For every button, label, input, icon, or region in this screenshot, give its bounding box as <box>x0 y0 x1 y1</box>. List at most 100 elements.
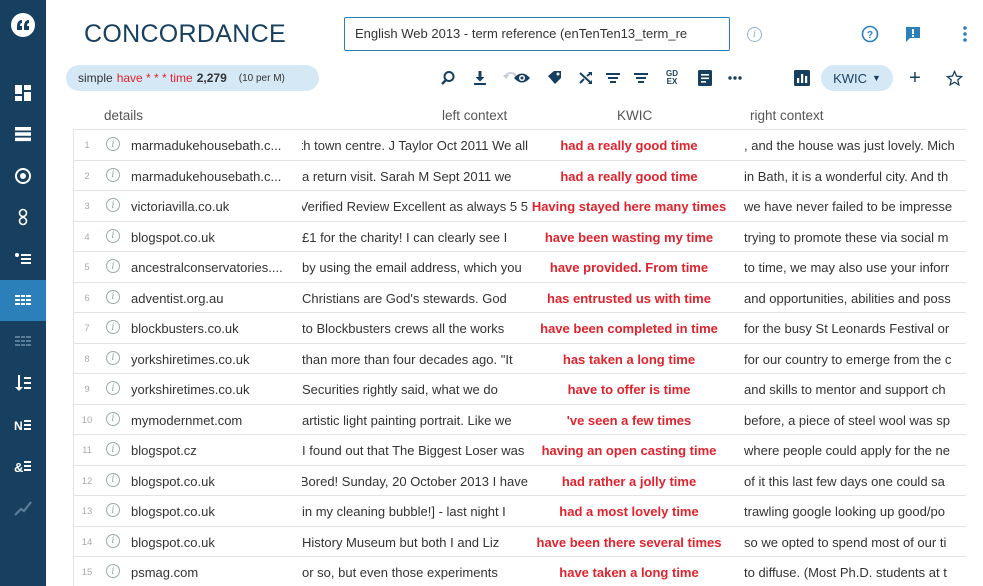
more-options-icon[interactable] <box>725 68 745 88</box>
info-icon[interactable]: i <box>106 533 120 548</box>
info-icon[interactable]: i <box>106 503 120 517</box>
document-source[interactable]: yorkshiretimes.co.uk <box>131 352 301 367</box>
table-row[interactable]: 12 i blogspot.co.uk Bored! Sunday, 20 Oc… <box>73 465 966 496</box>
info-icon[interactable]: i <box>106 442 120 456</box>
info-icon[interactable]: i <box>106 472 120 487</box>
kwic-match[interactable]: has entrusted us with time <box>528 291 730 306</box>
table-row[interactable]: 14 i blogspot.co.uk History Museum but b… <box>73 526 966 557</box>
kwic-match[interactable]: has taken a long time <box>528 352 730 367</box>
sidebar-item-dashboard[interactable] <box>0 72 46 114</box>
sidebar-item-thesaurus[interactable] <box>0 238 46 280</box>
svg-text:?: ? <box>867 30 873 41</box>
info-icon[interactable]: i <box>106 320 120 334</box>
kwic-match[interactable]: had a really good time <box>528 138 730 153</box>
query-type: simple <box>78 71 113 85</box>
info-icon[interactable]: i <box>106 564 120 578</box>
query-summary-chip[interactable]: simple have * * * time 2,279 (10 per M) <box>66 65 319 91</box>
kwic-match[interactable]: have been there several times <box>528 535 730 550</box>
info-icon[interactable]: i <box>106 259 120 273</box>
search-icon[interactable] <box>438 68 458 88</box>
table-row[interactable]: 1 i marmadukehousebath.c... Bath town ce… <box>73 130 966 161</box>
info-icon[interactable]: i <box>106 350 120 365</box>
kwic-match[interactable]: have been completed in time <box>528 321 730 336</box>
kwic-match[interactable]: have to offer is time <box>528 382 730 397</box>
help-icon[interactable]: ? <box>860 24 880 44</box>
table-row[interactable]: 5 i ancestralconservatories.... by using… <box>73 252 966 283</box>
feedback-icon[interactable] <box>903 24 923 44</box>
sidebar-item-parallel-concordance[interactable] <box>0 321 46 363</box>
table-row[interactable]: 13 i blogspot.co.uk in my cleaning bubbl… <box>73 496 966 527</box>
kwic-match[interactable]: had a really good time <box>528 169 730 184</box>
document-source[interactable]: blogspot.co.uk <box>131 474 301 489</box>
document-source[interactable]: victoriavilla.co.uk <box>131 199 301 214</box>
table-row[interactable]: 9 i yorkshiretimes.co.uk Securities righ… <box>73 374 966 405</box>
info-icon[interactable]: i <box>106 137 120 151</box>
view-mode-dropdown[interactable]: KWIC ▼ <box>821 65 893 91</box>
sort-icon[interactable] <box>603 68 623 88</box>
table-row[interactable]: 7 i blockbusters.co.uk to Blockbusters c… <box>73 313 966 344</box>
info-icon[interactable]: i <box>106 198 120 212</box>
kwic-match[interactable]: have provided. From time <box>528 260 730 275</box>
column-header-left-context[interactable]: left context <box>442 108 507 123</box>
table-row[interactable]: 6 i adventist.org.au Christians are God'… <box>73 282 966 313</box>
kwic-match[interactable]: have taken a long time <box>528 565 730 580</box>
kwic-match[interactable]: 've seen a few times <box>528 413 730 428</box>
filter-icon[interactable] <box>631 68 651 88</box>
sidebar-item-wordlist[interactable] <box>0 363 46 405</box>
filter-tag-icon[interactable] <box>544 68 564 88</box>
kwic-match[interactable]: had rather a jolly time <box>528 474 730 489</box>
document-source[interactable]: blockbusters.co.uk <box>131 321 301 336</box>
details-icon[interactable] <box>695 68 715 88</box>
document-source[interactable]: blogspot.co.uk <box>131 504 301 519</box>
info-icon[interactable]: i <box>106 289 120 304</box>
column-header-kwic[interactable]: KWIC <box>617 108 652 123</box>
document-source[interactable]: psmag.com <box>131 565 301 580</box>
kwic-match[interactable]: having an open casting time <box>528 443 730 458</box>
sidebar-item-concordance[interactable] <box>0 279 46 321</box>
more-menu-icon[interactable] <box>955 24 975 44</box>
column-header-details[interactable]: details <box>104 108 143 123</box>
star-icon[interactable] <box>944 68 964 88</box>
keywords-icon: & <box>14 460 31 475</box>
gdex-button[interactable]: GD EX <box>662 68 682 88</box>
view-icon[interactable] <box>512 68 532 88</box>
table-row[interactable]: 3 i victoriavilla.co.uk Verified Review … <box>73 191 966 222</box>
sidebar-item-corpora[interactable] <box>0 114 46 156</box>
sidebar-item-keywords[interactable]: & <box>0 446 46 488</box>
corpus-selector[interactable]: English Web 2013 - term reference (enTen… <box>344 17 730 51</box>
document-source[interactable]: blogspot.co.uk <box>131 535 301 550</box>
table-row[interactable]: 8 i yorkshiretimes.co.uk than more than … <box>73 343 966 374</box>
info-icon[interactable]: i <box>106 381 120 395</box>
kwic-match[interactable]: have been wasting my time <box>528 230 730 245</box>
sketch-engine-logo[interactable] <box>0 0 46 72</box>
frequency-chart-icon[interactable] <box>792 68 812 88</box>
document-source[interactable]: marmadukehousebath.c... <box>131 138 301 153</box>
info-icon[interactable]: i <box>106 411 120 426</box>
document-source[interactable]: mymodernmet.com <box>131 413 301 428</box>
table-row[interactable]: 15 i psmag.com or so, but even those exp… <box>73 557 966 586</box>
sidebar-item-word-sketch-difference[interactable] <box>0 197 46 239</box>
info-icon[interactable]: i <box>106 167 120 182</box>
document-source[interactable]: blogspot.cz <box>131 443 301 458</box>
sidebar-item-trends[interactable] <box>0 487 46 529</box>
table-row[interactable]: 10 i mymodernmet.com artistic light pain… <box>73 404 966 435</box>
sidebar-item-ngrams[interactable]: N <box>0 404 46 446</box>
sidebar-item-word-sketch[interactable] <box>0 155 46 197</box>
document-source[interactable]: blogspot.co.uk <box>131 230 301 245</box>
table-row[interactable]: 11 i blogspot.cz I found out that The Bi… <box>73 435 966 466</box>
document-source[interactable]: ancestralconservatories.... <box>131 260 301 275</box>
table-row[interactable]: 4 i blogspot.co.uk £1 for the charity! I… <box>73 221 966 252</box>
document-source[interactable]: adventist.org.au <box>131 291 301 306</box>
document-source[interactable]: marmadukehousebath.c... <box>131 169 301 184</box>
shuffle-icon[interactable] <box>576 68 596 88</box>
document-source[interactable]: yorkshiretimes.co.uk <box>131 382 301 397</box>
kwic-match[interactable]: had a most lovely time <box>528 504 730 519</box>
left-context: or so, but even those experiments <box>302 565 498 580</box>
column-header-right-context[interactable]: right context <box>750 108 824 123</box>
corpus-info-icon[interactable]: i <box>747 27 762 42</box>
download-icon[interactable] <box>470 68 490 88</box>
add-icon[interactable]: + <box>905 67 925 89</box>
table-row[interactable]: 2 i marmadukehousebath.c... a return vis… <box>73 160 966 191</box>
info-icon[interactable]: i <box>106 228 120 243</box>
kwic-match[interactable]: Having stayed here many times <box>528 199 730 214</box>
